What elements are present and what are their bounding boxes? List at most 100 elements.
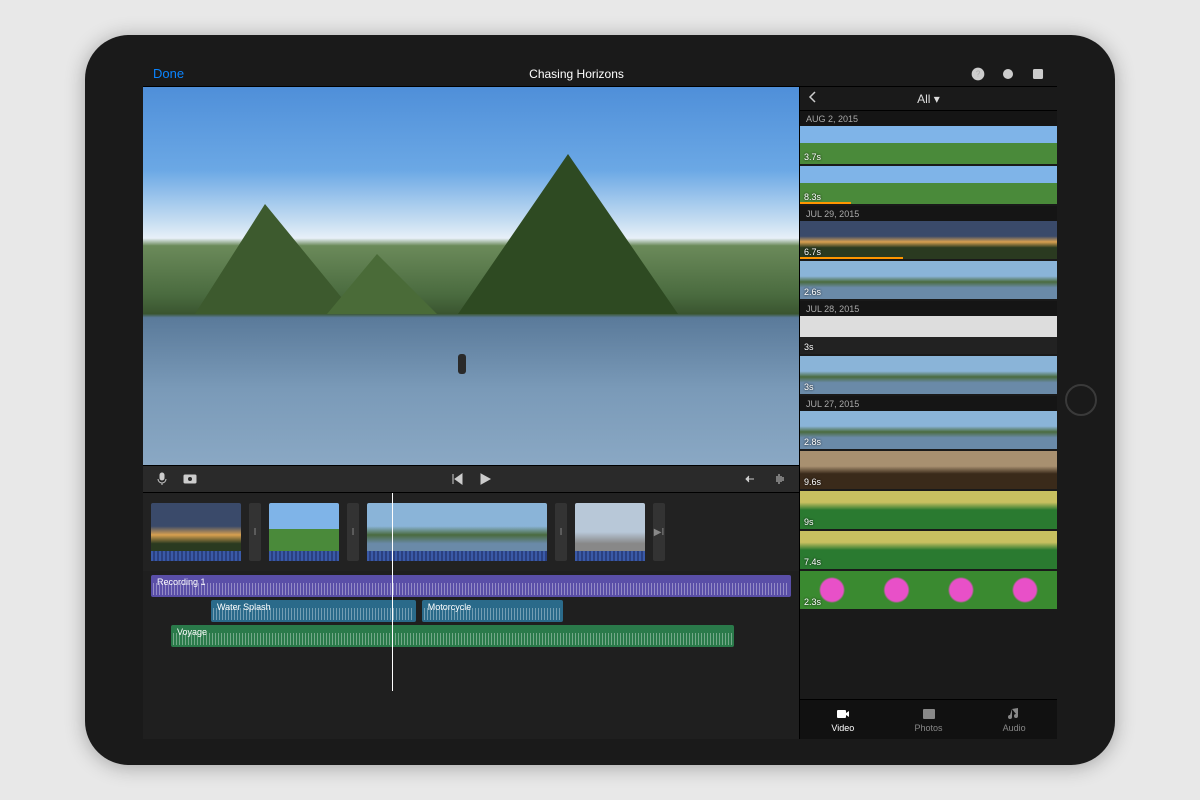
clip-thumbnail bbox=[993, 166, 1057, 204]
clip-thumbnail bbox=[993, 451, 1057, 489]
browser-clip[interactable]: 3s bbox=[800, 316, 1057, 354]
microphone-icon[interactable] bbox=[153, 470, 171, 488]
tab-video[interactable]: Video bbox=[800, 700, 886, 739]
audio-track-music[interactable]: Voyage bbox=[171, 625, 734, 647]
clip-thumbnail bbox=[929, 166, 993, 204]
audio-track-sfx[interactable]: Water Splash bbox=[211, 600, 416, 622]
clip-duration: 7.4s bbox=[804, 557, 821, 567]
clip-thumbnail bbox=[864, 126, 928, 164]
browser-list[interactable]: AUG 2, 20153.7s8.3sJUL 29, 20156.7s2.6sJ… bbox=[800, 111, 1057, 699]
browser-clip[interactable]: 2.6s bbox=[800, 261, 1057, 299]
media-browser: All ▾ AUG 2, 20153.7s8.3sJUL 29, 20156.7… bbox=[799, 87, 1057, 739]
clip-thumbnail bbox=[864, 316, 928, 354]
done-button[interactable]: Done bbox=[153, 66, 184, 81]
browser-date-header: AUG 2, 2015 bbox=[800, 111, 1057, 126]
clip-thumbnail bbox=[993, 356, 1057, 394]
clip-duration: 8.3s bbox=[804, 192, 821, 202]
preview-art bbox=[458, 354, 466, 374]
audio-tracks[interactable]: Recording 1 Water Splash Motorcycle Voya… bbox=[143, 571, 799, 739]
clip-thumbnail bbox=[929, 531, 993, 569]
browser-clip[interactable]: 3s bbox=[800, 356, 1057, 394]
transition-handle[interactable]: I bbox=[249, 503, 261, 561]
clip-thumbnail bbox=[929, 571, 993, 609]
browser-date-header: JUL 28, 2015 bbox=[800, 301, 1057, 316]
home-button[interactable] bbox=[1065, 384, 1097, 416]
clip-thumbnail bbox=[993, 316, 1057, 354]
transport-bar bbox=[143, 465, 799, 493]
browser-clip[interactable]: 9s bbox=[800, 491, 1057, 529]
help-icon[interactable]: ? bbox=[969, 65, 987, 83]
audio-track-recording[interactable]: Recording 1 bbox=[151, 575, 791, 597]
browser-clip[interactable]: 7.4s bbox=[800, 531, 1057, 569]
transition-handle[interactable]: ▶I bbox=[653, 503, 665, 561]
svg-text:?: ? bbox=[976, 69, 981, 78]
clip-thumbnail bbox=[993, 126, 1057, 164]
clip-duration: 3s bbox=[804, 382, 814, 392]
clip-duration: 9.6s bbox=[804, 477, 821, 487]
clip-thumbnail bbox=[864, 261, 928, 299]
browser-clip[interactable]: 2.8s bbox=[800, 411, 1057, 449]
top-bar-actions: ? bbox=[969, 65, 1047, 83]
clip-thumbnail bbox=[929, 261, 993, 299]
clip-thumbnail bbox=[993, 491, 1057, 529]
clip-thumbnail bbox=[864, 531, 928, 569]
camera-icon[interactable] bbox=[181, 470, 199, 488]
clip-thumbnail bbox=[864, 411, 928, 449]
tab-audio[interactable]: Audio bbox=[971, 700, 1057, 739]
clip-thumbnail bbox=[993, 531, 1057, 569]
clip-thumbnail bbox=[929, 356, 993, 394]
clip-duration: 3.7s bbox=[804, 152, 821, 162]
browser-tabs: Video Photos Audio bbox=[800, 699, 1057, 739]
clip-thumbnail bbox=[993, 571, 1057, 609]
preview-art bbox=[327, 254, 437, 314]
clip-used-bar bbox=[800, 202, 851, 204]
browser-clip[interactable]: 3.7s bbox=[800, 126, 1057, 164]
preview-viewer[interactable] bbox=[143, 87, 799, 465]
clip-thumbnail bbox=[929, 126, 993, 164]
timeline-clip[interactable] bbox=[575, 503, 645, 561]
browser-clip[interactable]: 8.3s bbox=[800, 166, 1057, 204]
playhead[interactable] bbox=[392, 493, 393, 691]
clip-thumbnail bbox=[929, 411, 993, 449]
play-icon[interactable] bbox=[476, 470, 494, 488]
project-title: Chasing Horizons bbox=[184, 67, 969, 81]
clip-thumbnail bbox=[864, 166, 928, 204]
ipad-frame: Done Chasing Horizons ? bbox=[85, 35, 1115, 765]
timeline-clip[interactable] bbox=[151, 503, 241, 561]
top-bar: Done Chasing Horizons ? bbox=[143, 61, 1057, 87]
clip-thumbnail bbox=[929, 491, 993, 529]
clip-duration: 2.6s bbox=[804, 287, 821, 297]
imovie-app: Done Chasing Horizons ? bbox=[143, 61, 1057, 739]
browser-clip[interactable]: 2.3s bbox=[800, 571, 1057, 609]
share-icon[interactable] bbox=[1029, 65, 1047, 83]
undo-icon[interactable] bbox=[743, 470, 761, 488]
transition-handle[interactable]: I bbox=[555, 503, 567, 561]
timeline-clips[interactable]: I I I ▶I bbox=[143, 493, 799, 571]
clip-used-bar bbox=[800, 257, 903, 259]
browser-filter[interactable]: All ▾ bbox=[822, 92, 1035, 106]
clip-thumbnail bbox=[993, 411, 1057, 449]
clip-duration: 3s bbox=[804, 342, 814, 352]
audio-wave-icon[interactable] bbox=[771, 470, 789, 488]
skip-back-icon[interactable] bbox=[448, 470, 466, 488]
clip-duration: 2.3s bbox=[804, 597, 821, 607]
clip-thumbnail bbox=[864, 221, 928, 259]
clip-thumbnail bbox=[993, 261, 1057, 299]
audio-track-sfx[interactable]: Motorcycle bbox=[422, 600, 563, 622]
settings-icon[interactable] bbox=[999, 65, 1017, 83]
clip-thumbnail bbox=[864, 571, 928, 609]
back-icon[interactable] bbox=[808, 91, 822, 106]
timeline-clip[interactable] bbox=[367, 503, 547, 561]
tab-label: Photos bbox=[914, 723, 942, 733]
browser-clip[interactable]: 6.7s bbox=[800, 221, 1057, 259]
browser-header: All ▾ bbox=[800, 87, 1057, 111]
timeline-clip[interactable] bbox=[269, 503, 339, 561]
clip-thumbnail bbox=[864, 356, 928, 394]
browser-clip[interactable]: 9.6s bbox=[800, 451, 1057, 489]
transition-handle[interactable]: I bbox=[347, 503, 359, 561]
tab-photos[interactable]: Photos bbox=[886, 700, 972, 739]
clip-thumbnail bbox=[929, 451, 993, 489]
clip-thumbnail bbox=[864, 451, 928, 489]
tab-label: Audio bbox=[1003, 723, 1026, 733]
clip-duration: 2.8s bbox=[804, 437, 821, 447]
